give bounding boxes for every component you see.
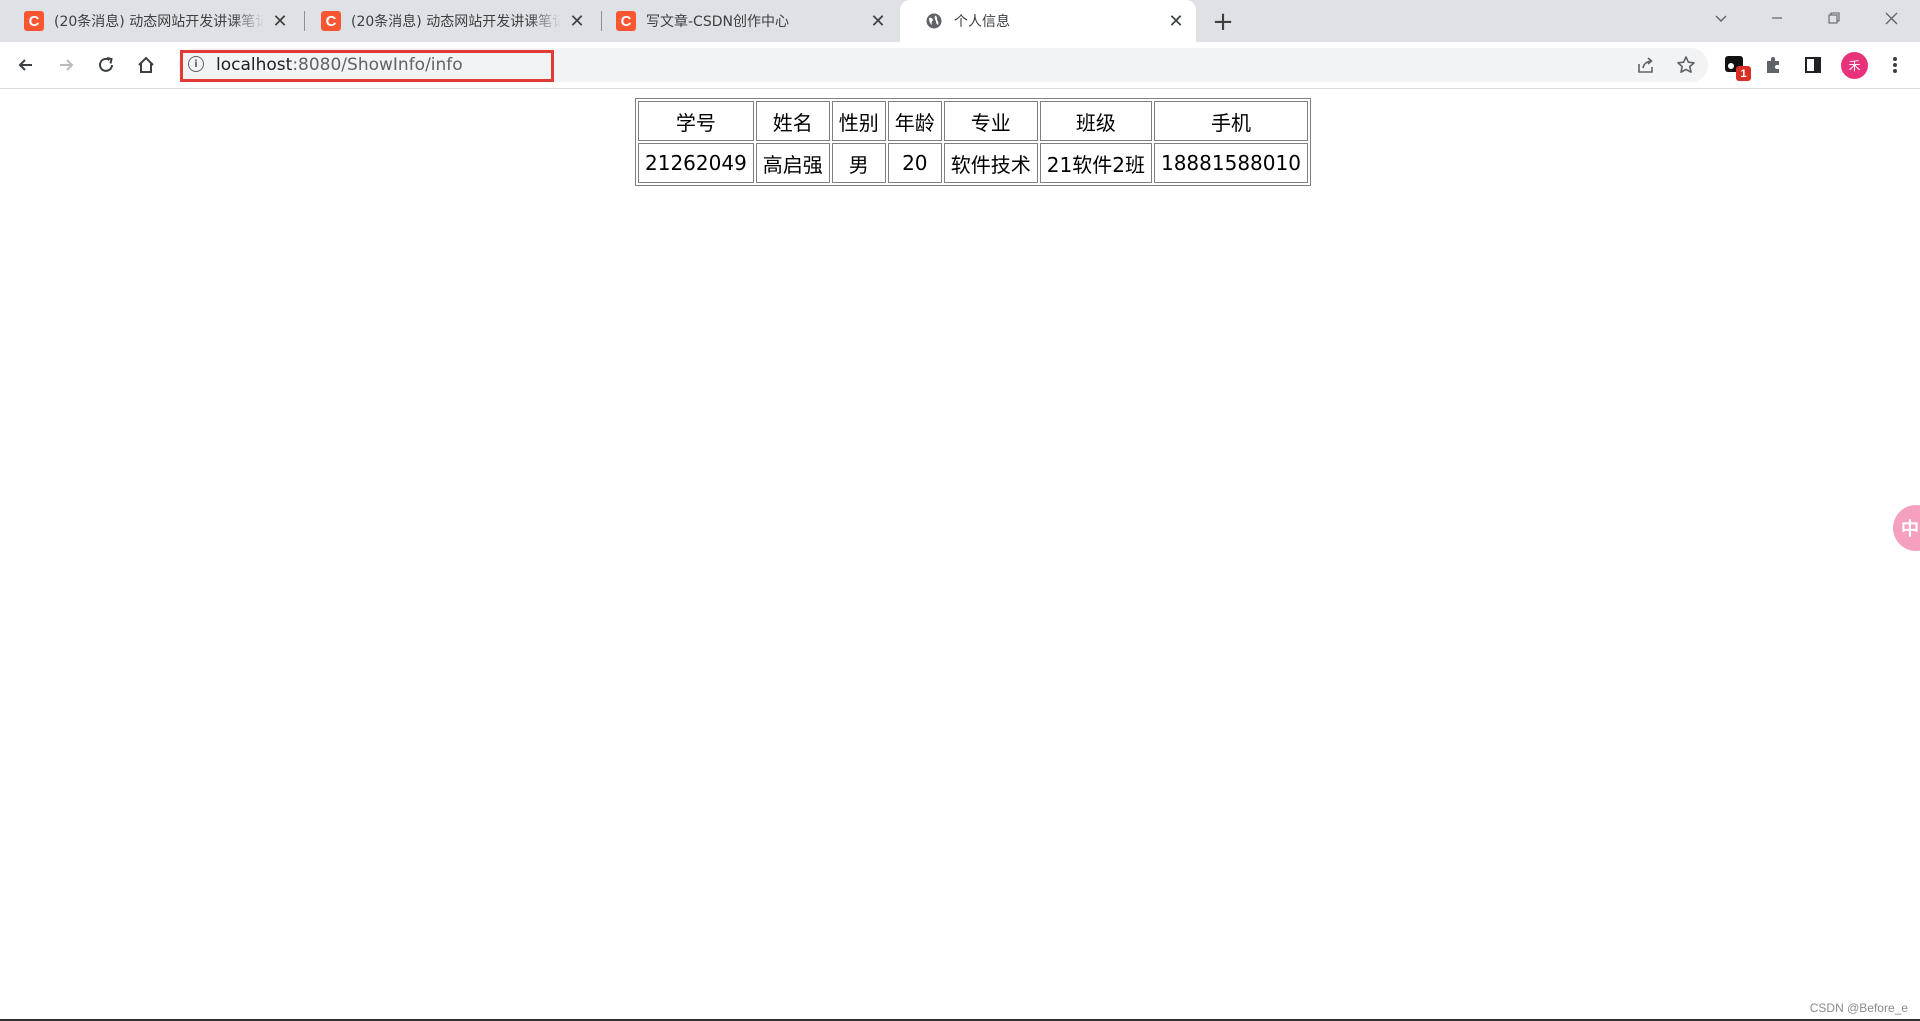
header-gender: 性别 [831, 101, 886, 141]
cell-class: 21软件2班 [1039, 143, 1152, 183]
tab-title: (20条消息) 动态网站开发讲课笔记 [54, 14, 264, 30]
tab-4-active[interactable]: 个人信息 ✕ [900, 0, 1196, 42]
cell-major: 软件技术 [943, 143, 1038, 183]
cell-gender: 男 [831, 143, 886, 183]
csdn-favicon-icon: C [616, 11, 636, 31]
header-phone: 手机 [1153, 101, 1308, 141]
header-age: 年龄 [887, 101, 942, 141]
csdn-favicon-icon: C [24, 11, 44, 31]
cell-age: 20 [887, 143, 942, 183]
close-icon[interactable]: ✕ [270, 11, 290, 32]
profile-avatar[interactable]: 禾 [1841, 52, 1868, 79]
restore-button[interactable] [1811, 0, 1857, 36]
tab-title: 写文章-CSDN创作中心 [646, 14, 789, 30]
tab-search-chevron-icon[interactable] [1698, 0, 1744, 36]
bookmark-star-icon[interactable] [1671, 50, 1701, 80]
extensions-puzzle-icon[interactable] [1758, 50, 1788, 80]
csdn-favicon-icon: C [321, 11, 341, 31]
home-button[interactable] [130, 49, 162, 81]
close-icon[interactable]: ✕ [567, 11, 587, 32]
extension-badge: 1 [1736, 66, 1751, 81]
tab-1[interactable]: C (20条消息) 动态网站开发讲课笔记 ✕ [0, 0, 300, 42]
forward-button[interactable] [50, 49, 82, 81]
close-window-button[interactable] [1868, 0, 1914, 36]
student-info-table: 学号 姓名 性别 年龄 专业 班级 手机 21262049 高启强 男 20 软… [635, 98, 1311, 186]
kebab-menu-icon[interactable] [1880, 50, 1910, 80]
csdn-watermark: CSDN @Before_e [1809, 1001, 1908, 1015]
tab-2[interactable]: C (20条消息) 动态网站开发讲课笔记 ✕ [297, 0, 597, 42]
tab-3[interactable]: C 写文章-CSDN创作中心 ✕ [592, 0, 898, 42]
url-highlight-box [180, 50, 554, 82]
cell-name: 高启强 [755, 143, 830, 183]
new-tab-button[interactable]: + [1210, 7, 1236, 37]
back-button[interactable] [10, 49, 42, 81]
table-row: 21262049 高启强 男 20 软件技术 21软件2班 1888158801… [638, 143, 1308, 183]
table-header-row: 学号 姓名 性别 年龄 专业 班级 手机 [638, 101, 1308, 141]
header-major: 专业 [943, 101, 1038, 141]
tab-title: 个人信息 [954, 14, 1010, 30]
share-icon[interactable] [1631, 50, 1661, 80]
close-icon[interactable]: ✕ [868, 11, 888, 32]
minimize-button[interactable] [1754, 0, 1800, 36]
cell-phone: 18881588010 [1153, 143, 1308, 183]
close-icon[interactable]: ✕ [1166, 11, 1186, 32]
tab-strip: C (20条消息) 动态网站开发讲课笔记 ✕ C (20条消息) 动态网站开发讲… [0, 0, 1920, 42]
side-panel-icon[interactable] [1798, 50, 1828, 80]
header-student-id: 学号 [638, 101, 754, 141]
globe-icon [924, 11, 944, 31]
ime-floating-button[interactable]: 中 [1893, 505, 1920, 551]
reload-button[interactable] [90, 49, 122, 81]
header-class: 班级 [1039, 101, 1152, 141]
tab-title: (20条消息) 动态网站开发讲课笔记 [351, 14, 561, 30]
header-name: 姓名 [755, 101, 830, 141]
cell-student-id: 21262049 [638, 143, 754, 183]
